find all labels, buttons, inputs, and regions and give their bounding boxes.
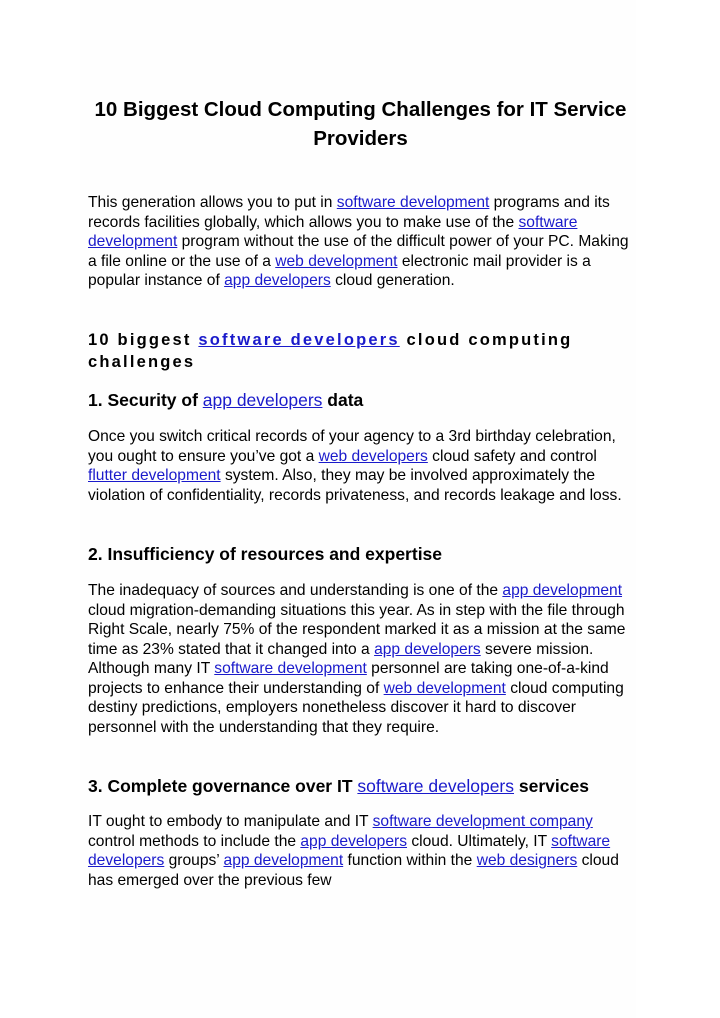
inline-link-software-development[interactable]: software development (214, 660, 367, 677)
section-2-heading: 2. Insufficiency of resources and expert… (88, 542, 638, 566)
inline-link-software-development[interactable]: software development (337, 194, 490, 211)
paragraph-text: cloud generation. (330, 272, 455, 289)
inline-link-web-developers[interactable]: web developers (319, 448, 428, 465)
paragraph-text: function within the (343, 852, 477, 869)
paragraph-text: This generation allows you to put in (88, 194, 337, 211)
inline-link-app-developers[interactable]: app developers (300, 833, 407, 850)
section-3-heading-link[interactable]: software developers (357, 776, 514, 796)
paragraph-text: The inadequacy of sources and understand… (88, 582, 503, 599)
inline-link-software-development-company[interactable]: software development company (373, 813, 593, 830)
intro-paragraph: This generation allows you to put in sof… (88, 193, 638, 291)
section-3-heading: 3. Complete governance over IT software … (88, 774, 638, 798)
section-3: 3. Complete governance over IT software … (88, 774, 638, 890)
inline-link-web-designers[interactable]: web designers (477, 852, 578, 869)
section-1-heading-suffix: data (322, 390, 364, 410)
paragraph-text: cloud. Ultimately, IT (407, 832, 552, 850)
challenges-heading: 10 biggest software developers cloud com… (88, 329, 638, 373)
challenges-heading-link[interactable]: software developers (198, 331, 399, 349)
paragraph-text: IT ought to embody to manipulate and IT (88, 813, 373, 830)
inline-link-web-development[interactable]: web development (384, 680, 506, 697)
inline-link-flutter-development[interactable]: flutter development (88, 467, 221, 484)
section-1-paragraph: Once you switch critical records of your… (88, 427, 638, 505)
intro-section: This generation allows you to put in sof… (88, 193, 638, 291)
page-title: 10 Biggest Cloud Computing Challenges fo… (94, 98, 627, 150)
inline-link-app-developers[interactable]: app developers (374, 641, 481, 658)
section-3-paragraph: IT ought to embody to manipulate and IT … (88, 812, 638, 890)
section-1: 1. Security of app developers data Once … (88, 388, 638, 505)
section-3-heading-prefix: 3. Complete governance over IT (88, 776, 358, 796)
challenges-heading-prefix: 10 biggest (88, 331, 199, 349)
section-1-heading-link[interactable]: app developers (203, 390, 323, 410)
inline-link-app-development[interactable]: app development (502, 582, 622, 599)
inline-link-app-developers[interactable]: app developers (224, 272, 331, 289)
paragraph-text: control methods to include the (88, 832, 301, 850)
paragraph-text: cloud safety and control (427, 447, 597, 465)
inline-link-app-development[interactable]: app development (224, 852, 344, 869)
section-2-heading-prefix: 2. Insufficiency of resources and expert… (88, 544, 443, 564)
section-1-heading-prefix: 1. Security of (88, 390, 203, 410)
paragraph-text: groups’ (164, 852, 224, 869)
challenges-heading-section: 10 biggest software developers cloud com… (88, 329, 638, 373)
section-2: 2. Insufficiency of resources and expert… (88, 542, 638, 737)
section-1-heading: 1. Security of app developers data (88, 388, 638, 412)
inline-link-web-development[interactable]: web development (275, 253, 397, 270)
section-3-heading-suffix: services (514, 776, 589, 796)
section-2-paragraph: The inadequacy of sources and understand… (88, 581, 638, 737)
